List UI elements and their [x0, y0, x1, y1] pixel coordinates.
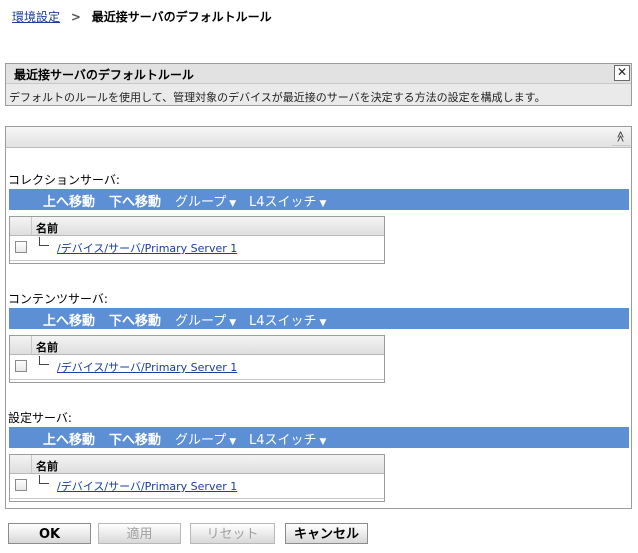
table-scrollbar[interactable] [10, 498, 384, 501]
move-down-button[interactable]: 下へ移動 [109, 310, 161, 329]
info-panel-description: デフォルトのルールを使用して、管理対象のデバイスが最近接のサーバを決定する方法の… [9, 91, 546, 104]
chevron-down-icon: ▼ [229, 199, 237, 209]
table-header-corner [10, 336, 32, 354]
group-menu[interactable]: グループ ▼ [175, 310, 236, 329]
chevron-down-icon: ▼ [319, 318, 327, 328]
l4-switch-menu[interactable]: L4スイッチ ▼ [249, 429, 326, 448]
content-server-section: コンテンツサーバ: 上へ移動 下へ移動 グループ ▼ L4スイッチ ▼ 名前 /デバ… [6, 290, 631, 390]
section-label-content-server: コンテンツサーバ: [8, 292, 108, 306]
content-server-toolbar: 上へ移動 下へ移動 グループ ▼ L4スイッチ ▼ [9, 308, 629, 329]
move-up-button[interactable]: 上へ移動 [43, 191, 95, 210]
table-scrollbar[interactable] [10, 260, 384, 263]
column-header-name: 名前 [36, 222, 58, 235]
group-menu-label: グループ [175, 195, 227, 210]
table-row: /デバイス/サーバ/Primary Server 1 [10, 236, 384, 258]
ok-button[interactable]: OK [8, 523, 91, 544]
rules-panel: ≫ コレクションサーバ: 上へ移動 下へ移動 グループ ▼ L4スイッチ ▼ 名前 … [5, 126, 632, 509]
tree-connector-icon [39, 237, 49, 246]
section-label-collection-server: コレクションサーバ: [8, 173, 120, 187]
l4-switch-menu[interactable]: L4スイッチ ▼ [249, 191, 326, 210]
chevron-down-icon: ▼ [319, 437, 327, 447]
rules-panel-header: ≫ [6, 127, 631, 148]
info-panel-header: 最近接サーバのデフォルトルール ✕ [6, 64, 631, 84]
collapse-icon[interactable]: ≫ [612, 128, 630, 146]
row-checkbox[interactable] [15, 479, 27, 491]
breadcrumb-link-settings[interactable]: 環境設定 [12, 10, 60, 24]
cancel-button[interactable]: キャンセル [285, 523, 368, 544]
column-header-name: 名前 [36, 460, 58, 473]
config-server-table: 名前 /デバイス/サーバ/Primary Server 1 [9, 454, 385, 502]
table-header-corner [10, 217, 32, 235]
column-header-name: 名前 [36, 341, 58, 354]
server-link[interactable]: /デバイス/サーバ/Primary Server 1 [57, 240, 237, 256]
breadcrumb: 環境設定 > 最近接サーバのデフォルトルール [12, 8, 272, 25]
collection-server-toolbar: 上へ移動 下へ移動 グループ ▼ L4スイッチ ▼ [9, 189, 629, 210]
table-header: 名前 [10, 336, 384, 355]
breadcrumb-separator: > [70, 10, 81, 24]
chevron-down-icon: ▼ [319, 199, 327, 209]
server-link[interactable]: /デバイス/サーバ/Primary Server 1 [57, 359, 237, 375]
move-up-button[interactable]: 上へ移動 [43, 429, 95, 448]
move-down-button[interactable]: 下へ移動 [109, 429, 161, 448]
page-title: 最近接サーバのデフォルトルール [91, 10, 272, 24]
chevron-down-icon: ▼ [229, 437, 237, 447]
apply-button[interactable]: 適用 [98, 523, 181, 544]
tree-connector-icon [39, 356, 49, 365]
row-checkbox[interactable] [15, 241, 27, 253]
server-link[interactable]: /デバイス/サーバ/Primary Server 1 [57, 478, 237, 494]
move-down-button[interactable]: 下へ移動 [109, 191, 161, 210]
l4-switch-menu-label: L4スイッチ [249, 314, 317, 329]
l4-switch-menu-label: L4スイッチ [249, 433, 317, 448]
group-menu-label: グループ [175, 314, 227, 329]
content-server-table: 名前 /デバイス/サーバ/Primary Server 1 [9, 335, 385, 383]
chevron-down-icon: ▼ [229, 318, 237, 328]
collection-server-table: 名前 /デバイス/サーバ/Primary Server 1 [9, 216, 385, 264]
section-label-config-server: 設定サーバ: [8, 411, 72, 425]
group-menu[interactable]: グループ ▼ [175, 429, 236, 448]
close-icon[interactable]: ✕ [614, 65, 630, 81]
l4-switch-menu-label: L4スイッチ [249, 195, 317, 210]
row-checkbox[interactable] [15, 360, 27, 372]
group-menu-label: グループ [175, 433, 227, 448]
table-header: 名前 [10, 455, 384, 474]
config-server-section: 設定サーバ: 上へ移動 下へ移動 グループ ▼ L4スイッチ ▼ 名前 /デバイス/… [6, 409, 631, 509]
table-row: /デバイス/サーバ/Primary Server 1 [10, 355, 384, 377]
config-server-toolbar: 上へ移動 下へ移動 グループ ▼ L4スイッチ ▼ [9, 427, 629, 448]
table-header: 名前 [10, 217, 384, 236]
table-row: /デバイス/サーバ/Primary Server 1 [10, 474, 384, 496]
group-menu[interactable]: グループ ▼ [175, 191, 236, 210]
l4-switch-menu[interactable]: L4スイッチ ▼ [249, 310, 326, 329]
info-panel-title: 最近接サーバのデフォルトルール [14, 68, 194, 82]
reset-button[interactable]: リセット [190, 523, 275, 544]
table-header-corner [10, 455, 32, 473]
move-up-button[interactable]: 上へ移動 [43, 310, 95, 329]
tree-connector-icon [39, 475, 49, 484]
info-panel: 最近接サーバのデフォルトルール ✕ デフォルトのルールを使用して、管理対象のデバ… [5, 63, 632, 106]
collection-server-section: コレクションサーバ: 上へ移動 下へ移動 グループ ▼ L4スイッチ ▼ 名前 /デ… [6, 171, 631, 271]
table-scrollbar[interactable] [10, 379, 384, 382]
